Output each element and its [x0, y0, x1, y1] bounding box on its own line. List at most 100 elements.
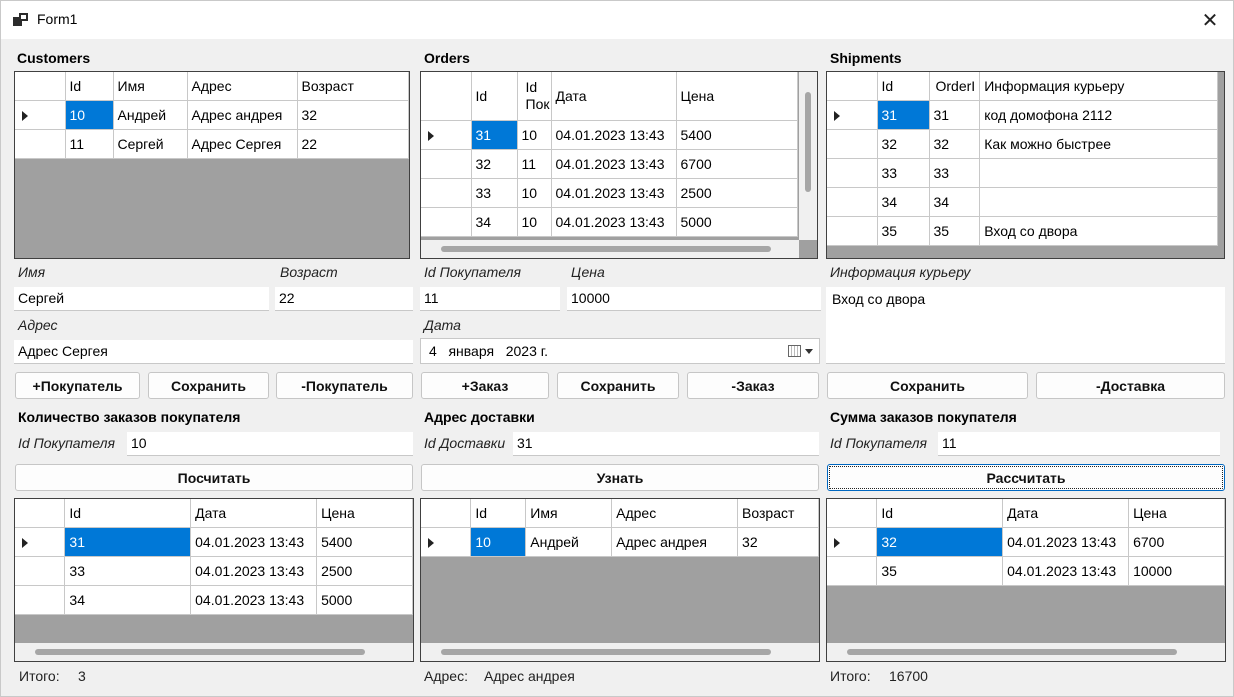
table-cell[interactable]: 33 [929, 158, 981, 188]
calendar-icon[interactable] [788, 345, 801, 357]
column-header[interactable]: Цена [316, 499, 413, 528]
table-cell[interactable]: 34 [471, 207, 518, 237]
table-cell[interactable]: Андрей [113, 100, 188, 130]
table-row[interactable]: 10 Андрей Адрес андрея 32 [15, 100, 409, 130]
table-row[interactable]: 35 04.01.2023 13:43 10000 [827, 556, 1225, 586]
scrollbar-thumb[interactable] [805, 92, 811, 192]
order-sum-customer-id-field[interactable]: 11 [938, 432, 1220, 456]
chevron-down-icon[interactable] [805, 349, 813, 354]
save-order-button[interactable]: Сохранить [557, 372, 679, 399]
table-row[interactable]: 34 10 04.01.2023 13:43 5000 [421, 207, 798, 237]
table-cell[interactable]: 32 [929, 129, 981, 159]
order-count-customer-id-field[interactable]: 10 [127, 432, 413, 456]
table-row[interactable]: 32 32 Как можно быстрее [827, 129, 1219, 159]
column-header[interactable]: Id Пок [517, 72, 552, 121]
table-cell[interactable]: 10000 [1128, 556, 1225, 586]
table-cell[interactable]: 31 [64, 527, 192, 557]
remove-customer-button[interactable]: -Покупатель [276, 372, 413, 399]
add-customer-button[interactable]: +Покупатель [15, 372, 140, 399]
scrollbar-thumb[interactable] [35, 649, 365, 655]
column-header[interactable]: Id [876, 499, 1004, 528]
table-cell[interactable]: код домофона 2112 [979, 100, 1219, 130]
orders-grid[interactable]: Id Id Пок Дата Цена 31 10 04.01.2023 13:… [420, 71, 818, 259]
table-cell[interactable]: 31 [929, 100, 981, 130]
table-row[interactable]: 33 10 04.01.2023 13:43 2500 [421, 178, 798, 208]
calculate-sum-button[interactable]: Рассчитать [827, 464, 1225, 491]
table-cell[interactable]: 10 [517, 178, 552, 208]
table-cell[interactable]: 32 [471, 149, 518, 179]
column-header[interactable]: OrderI [929, 72, 981, 101]
row-header[interactable] [421, 527, 472, 557]
table-cell[interactable]: 35 [929, 216, 981, 246]
column-header[interactable]: Цена [1128, 499, 1225, 528]
table-cell[interactable]: 34 [929, 187, 981, 217]
row-header[interactable] [15, 129, 66, 159]
table-cell[interactable]: 5400 [316, 527, 413, 557]
table-cell[interactable]: 32 [876, 527, 1004, 557]
row-header[interactable] [15, 100, 66, 130]
table-cell[interactable] [979, 187, 1219, 217]
column-header[interactable]: Адрес [187, 72, 298, 101]
order-count-grid[interactable]: Id Дата Цена 31 04.01.2023 13:43 5400 33… [14, 498, 414, 662]
row-header[interactable] [827, 556, 878, 586]
table-cell[interactable]: 34 [64, 585, 192, 615]
table-cell[interactable]: 33 [64, 556, 192, 586]
row-header[interactable] [421, 120, 472, 150]
column-header[interactable]: Адрес [611, 499, 739, 528]
find-address-button[interactable]: Узнать [421, 464, 819, 491]
table-cell[interactable]: Андрей [525, 527, 613, 557]
scrollbar-thumb[interactable] [441, 649, 771, 655]
order-customer-id-field[interactable]: 11 [420, 287, 560, 311]
scrollbar-thumb[interactable] [441, 246, 771, 252]
column-header[interactable]: Информация курьеру [979, 72, 1219, 101]
row-header[interactable] [15, 556, 66, 586]
column-header[interactable]: Id [470, 499, 527, 528]
table-cell[interactable]: 31 [471, 120, 518, 150]
table-cell[interactable] [979, 158, 1219, 188]
column-header[interactable]: Id [65, 72, 114, 101]
table-cell[interactable]: 35 [877, 216, 930, 246]
table-row[interactable]: 32 04.01.2023 13:43 6700 [827, 527, 1225, 557]
column-header[interactable]: Дата [190, 499, 318, 528]
table-cell[interactable]: 10 [517, 207, 552, 237]
table-cell[interactable]: 35 [876, 556, 1004, 586]
column-header[interactable]: Дата [1002, 499, 1130, 528]
delivery-address-horizontal-scrollbar[interactable] [421, 643, 819, 661]
column-header[interactable]: Id [64, 499, 192, 528]
table-cell[interactable]: 5400 [676, 120, 798, 150]
column-header[interactable]: Id [877, 72, 930, 101]
order-sum-grid[interactable]: Id Дата Цена 32 04.01.2023 13:43 6700 35… [826, 498, 1226, 662]
order-count-horizontal-scrollbar[interactable] [15, 643, 413, 661]
table-cell[interactable]: 10 [517, 120, 552, 150]
column-header[interactable]: Возраст [297, 72, 409, 101]
table-row[interactable]: 31 04.01.2023 13:43 5400 [15, 527, 413, 557]
table-cell[interactable]: 04.01.2023 13:43 [551, 120, 677, 150]
row-header[interactable] [827, 527, 878, 557]
table-cell[interactable]: 04.01.2023 13:43 [190, 556, 318, 586]
table-cell[interactable]: 10 [470, 527, 527, 557]
customer-name-field[interactable]: Сергей [14, 287, 269, 311]
row-header[interactable] [827, 129, 878, 159]
table-cell[interactable]: 32 [297, 100, 409, 130]
table-cell[interactable]: 04.01.2023 13:43 [551, 207, 677, 237]
table-cell[interactable]: 6700 [1128, 527, 1225, 557]
table-cell[interactable]: Как можно быстрее [979, 129, 1219, 159]
table-row[interactable]: 10 Андрей Адрес андрея 32 [421, 527, 819, 557]
table-row[interactable]: 34 04.01.2023 13:43 5000 [15, 585, 413, 615]
table-cell[interactable]: 5000 [676, 207, 798, 237]
delivery-address-grid[interactable]: Id Имя Адрес Возраст 10 Андрей Адрес анд… [420, 498, 820, 662]
table-cell[interactable]: 2500 [676, 178, 798, 208]
table-cell[interactable]: 32 [737, 527, 819, 557]
table-row[interactable]: 31 10 04.01.2023 13:43 5400 [421, 120, 798, 150]
table-row[interactable]: 33 33 [827, 158, 1219, 188]
column-header[interactable]: Имя [113, 72, 188, 101]
table-cell[interactable]: 5000 [316, 585, 413, 615]
scrollbar-thumb[interactable] [847, 649, 1177, 655]
column-header[interactable]: Возраст [737, 499, 819, 528]
table-cell[interactable]: Адрес андрея [187, 100, 298, 130]
table-cell[interactable]: 04.01.2023 13:43 [551, 149, 677, 179]
customer-age-field[interactable]: 22 [275, 287, 413, 311]
table-row[interactable]: 34 34 [827, 187, 1219, 217]
table-cell[interactable]: 04.01.2023 13:43 [1002, 527, 1130, 557]
remove-order-button[interactable]: -Заказ [687, 372, 819, 399]
